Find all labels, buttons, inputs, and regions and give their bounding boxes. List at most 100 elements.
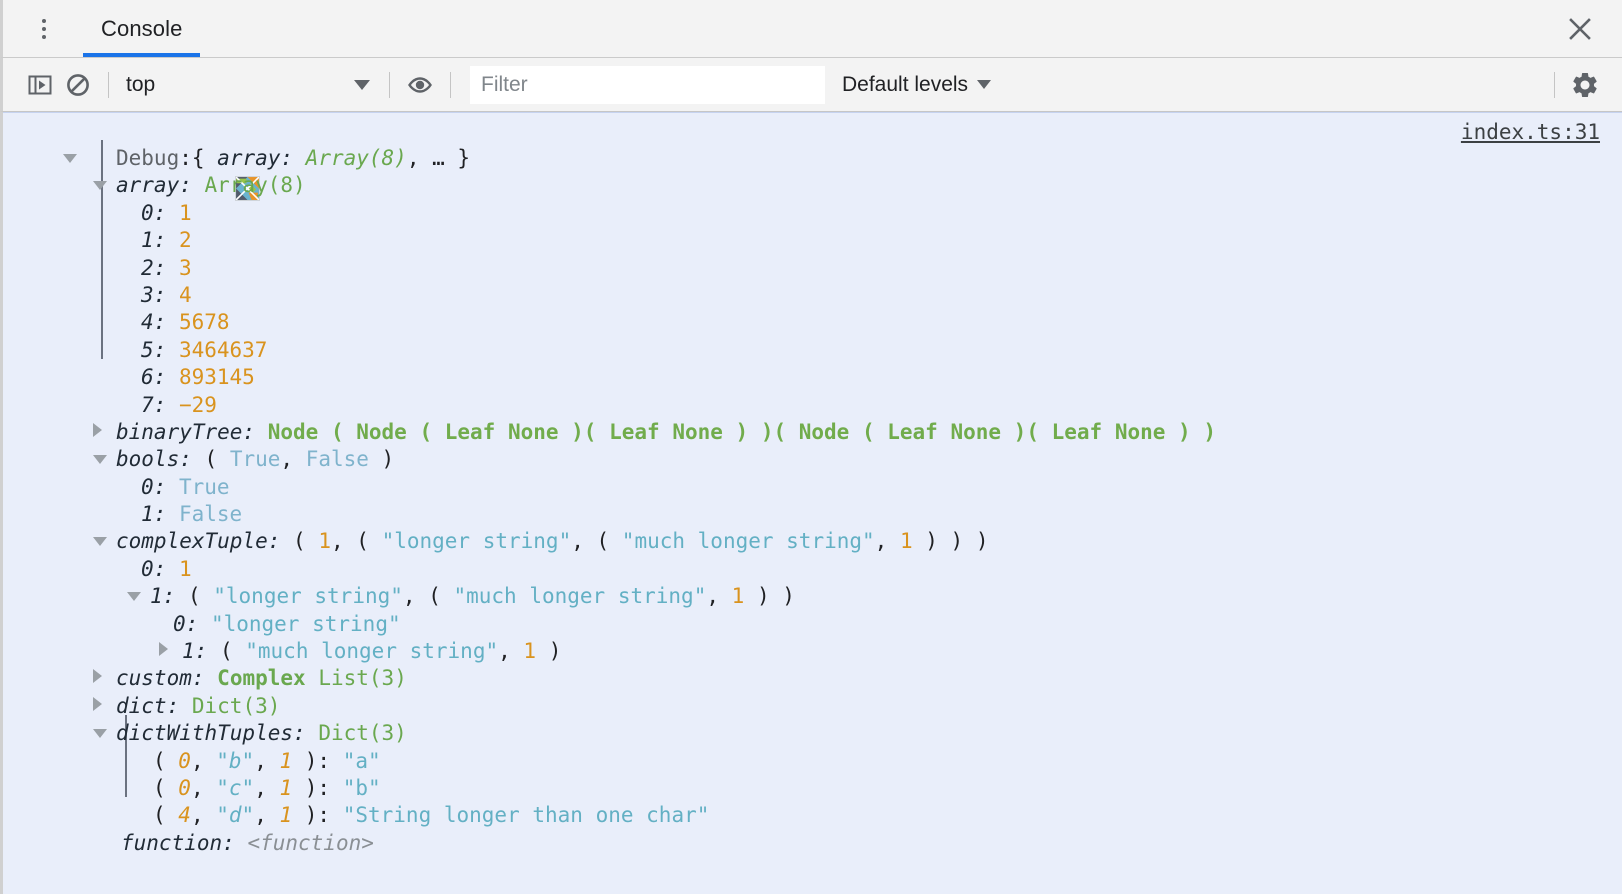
tree-row-root[interactable]: Debug:{ array: Array(8), … } <box>3 145 1622 202</box>
tab-console[interactable]: Console <box>83 0 201 57</box>
disclosure-triangle-down[interactable] <box>63 154 77 163</box>
console-toolbar: top Default levels <box>0 58 1622 112</box>
tree-row-ct-1[interactable]: 1: ( "longer string", ( "much longer str… <box>3 583 1622 610</box>
bools-value: True <box>178 474 230 499</box>
tree-row-array-7[interactable]: 7: −29 <box>3 392 1622 419</box>
dwt-key-num2: 1 <box>279 748 293 773</box>
dwt-type: Dict(3) <box>318 721 407 746</box>
dwt-key-str: "d" <box>216 803 255 828</box>
ct-value: 1 <box>178 556 192 581</box>
ct11-num: 1 <box>523 639 537 664</box>
tree-row-array-0[interactable]: 0: 1 <box>3 200 1622 227</box>
dwt-key: dictWithTuples: <box>116 721 306 746</box>
function-key: function: <box>121 830 235 855</box>
console-sidebar-toggle-icon[interactable] <box>21 66 59 104</box>
tree-row-dict[interactable]: dict: Dict(3) <box>3 693 1622 720</box>
source-link[interactable]: index.ts:31 <box>1461 119 1600 146</box>
ct1-num: 1 <box>731 584 745 609</box>
disclosure-triangle-right[interactable] <box>93 669 102 684</box>
ct-index: 1: <box>182 639 208 664</box>
tree-row-dwt-0[interactable]: ( 0, "b", 1 ): "a" <box>3 748 1622 775</box>
disclosure-triangle-down[interactable] <box>93 455 107 465</box>
tree-row-bools-1[interactable]: 1: False <box>3 501 1622 528</box>
tree-row-dictwithtuples[interactable]: dictWithTuples: Dict(3) <box>3 720 1622 747</box>
disclosure-triangle-down[interactable] <box>93 729 107 739</box>
array-index: 3: <box>141 282 167 307</box>
bools-preview-false: False <box>305 447 369 472</box>
disclosure-triangle-right[interactable] <box>93 696 102 711</box>
toolbar-divider-4 <box>1554 71 1555 98</box>
log-levels-label: Default levels <box>842 72 969 96</box>
console-output[interactable]: index.ts:31 Debug: {array: Array(8) , … <box>0 112 1622 894</box>
complextuple-key: complexTuple: <box>116 529 281 554</box>
ct-index: 0: <box>141 556 167 581</box>
settings-gear-icon[interactable] <box>1566 66 1604 104</box>
array-index: 7: <box>141 392 167 417</box>
toolbar-divider-1 <box>108 71 109 98</box>
array-index: 0: <box>141 200 167 225</box>
disclosure-triangle-down[interactable] <box>93 181 107 191</box>
clear-console-icon[interactable] <box>59 66 97 104</box>
root-preview-tail: , … } <box>406 146 471 170</box>
devtools-console-panel: Console top Filter Default levels index.… <box>0 0 1622 894</box>
array-index: 2: <box>141 255 167 280</box>
tree-row-ct-1-0[interactable]: 0: "longer string" <box>3 611 1622 638</box>
tree-row-bools[interactable]: bools: ( True, False ) <box>3 446 1622 473</box>
dwt-value: "b" <box>342 775 381 800</box>
tree-row-array-2[interactable]: 2: 3 <box>3 255 1622 282</box>
disclosure-triangle-right[interactable] <box>159 642 168 657</box>
dwt-value: "String longer than one char" <box>342 803 710 828</box>
root-colon: : <box>179 146 192 170</box>
tree-row-array-4[interactable]: 4: 5678 <box>3 309 1622 336</box>
root-preview-open: { <box>191 146 218 170</box>
tree-row-array[interactable]: array: Array(8) <box>3 172 1622 199</box>
disclosure-triangle-right[interactable] <box>93 422 102 437</box>
toolbar-divider-2 <box>389 71 390 98</box>
tree-row-array-6[interactable]: 6: 893145 <box>3 364 1622 391</box>
tree-row-array-3[interactable]: 3: 4 <box>3 282 1622 309</box>
ct-num: 1 <box>318 529 331 554</box>
more-tabs-icon[interactable] <box>27 12 61 46</box>
array-value: 3464637 <box>178 337 268 362</box>
chevron-down-icon <box>354 79 370 90</box>
chevron-down-icon <box>977 80 992 89</box>
tree-row-bools-0[interactable]: 0: True <box>3 474 1622 501</box>
tab-bar: Console <box>0 0 1622 58</box>
dwt-value: "a" <box>342 748 381 773</box>
ct-index: 0: <box>173 611 199 636</box>
tree-row-array-5[interactable]: 5: 3464637 <box>3 337 1622 364</box>
dwt-key-str: "c" <box>216 775 255 800</box>
object-tree: Debug:{ array: Array(8), … } array: Arra… <box>3 123 1622 857</box>
array-value: 3 <box>178 255 192 280</box>
tree-row-ct-1-1[interactable]: 1: ( "much longer string", 1 ) <box>3 638 1622 665</box>
disclosure-triangle-down[interactable] <box>93 537 107 547</box>
tree-row-complextuple[interactable]: complexTuple: ( 1, ( "longer string", ( … <box>3 528 1622 555</box>
tree-row-dwt-1[interactable]: ( 0, "c", 1 ): "b" <box>3 775 1622 802</box>
tree-row-ct-0[interactable]: 0: 1 <box>3 556 1622 583</box>
log-levels-selector[interactable]: Default levels <box>842 72 992 97</box>
live-expression-icon[interactable] <box>401 66 439 104</box>
disclosure-triangle-down[interactable] <box>127 592 141 602</box>
root-label: Debug <box>116 146 180 170</box>
bools-value: False <box>178 502 243 527</box>
tree-row-function[interactable]: function: <function> <box>3 830 1622 857</box>
array-value: 1 <box>178 200 192 225</box>
bools-key: bools: <box>116 447 192 472</box>
tree-row-array-1[interactable]: 1: 2 <box>3 227 1622 254</box>
ct-value: "longer string" <box>210 611 401 636</box>
array-value: −29 <box>178 392 217 417</box>
array-index: 5: <box>141 337 167 362</box>
execution-context-selector[interactable]: top <box>120 68 378 102</box>
tab-console-label: Console <box>101 15 183 41</box>
filter-input[interactable] <box>470 65 825 104</box>
root-preview-type: Array(8) <box>293 146 407 170</box>
binarytree-value: Node ( Node ( Leaf None )( Leaf None ) )… <box>267 419 1216 444</box>
array-value: 2 <box>178 228 192 253</box>
tree-row-dwt-2[interactable]: ( 4, "d", 1 ): "String longer than one c… <box>3 802 1622 829</box>
close-icon[interactable] <box>1560 9 1600 49</box>
tree-row-custom[interactable]: custom: Complex List(3) <box>3 665 1622 692</box>
ct-num-2: 1 <box>899 529 913 554</box>
tree-row-binarytree[interactable]: binaryTree: Node ( Node ( Leaf None )( L… <box>3 419 1622 446</box>
dict-type: Dict(3) <box>191 693 281 718</box>
custom-class: Complex <box>217 666 306 691</box>
